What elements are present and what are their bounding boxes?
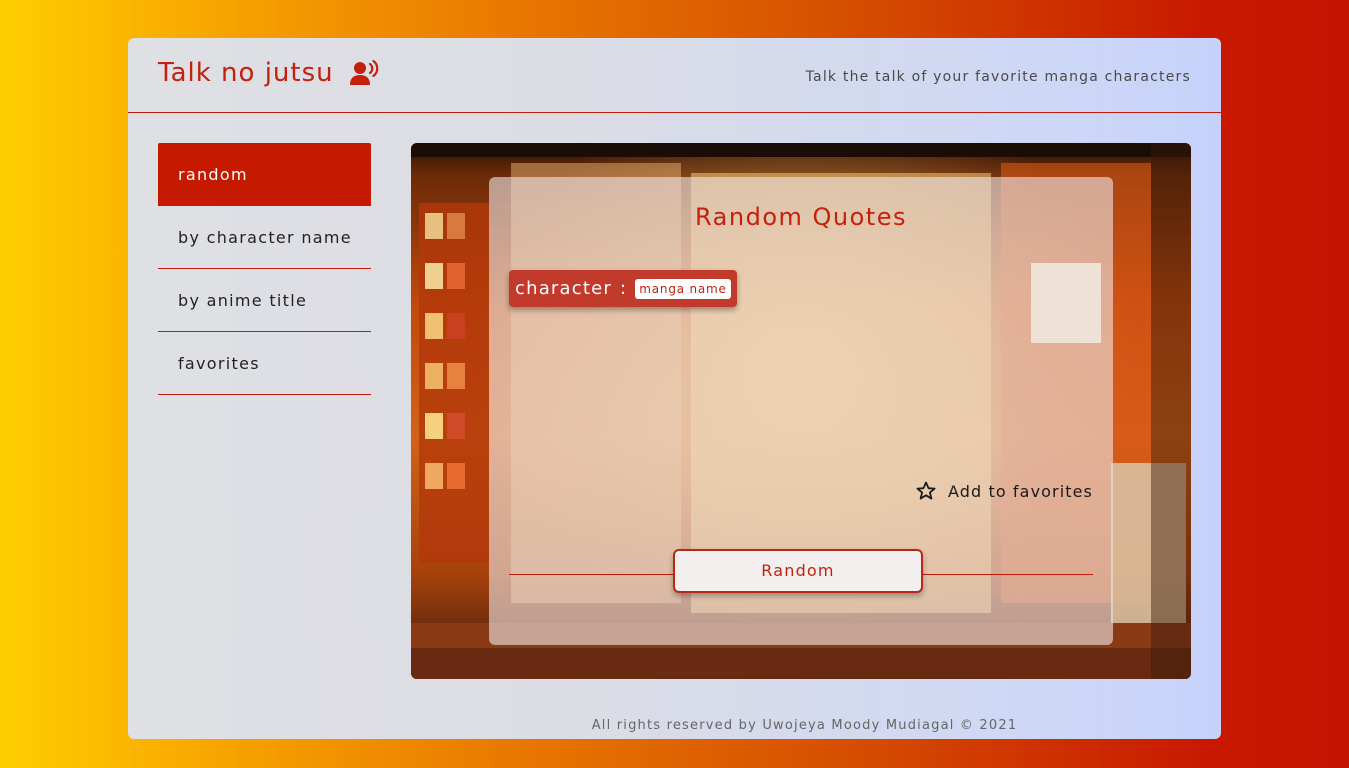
- add-to-favorites-label: Add to favorites: [948, 481, 1093, 501]
- quote-panel: Random Quotes character : manga name Add…: [489, 177, 1113, 645]
- sidebar-item-by-anime-title[interactable]: by anime title: [158, 269, 371, 332]
- character-separator: :: [620, 278, 628, 299]
- panel-title: Random Quotes: [695, 203, 907, 231]
- star-outline-icon: [916, 481, 936, 501]
- person-speaking-icon: [349, 59, 380, 86]
- random-button[interactable]: Random: [673, 549, 923, 593]
- character-tag: character : manga name: [509, 270, 737, 307]
- brand-title: Talk no jutsu: [158, 58, 334, 88]
- add-to-favorites-button[interactable]: Add to favorites: [916, 481, 1093, 501]
- app-card: Talk no jutsu Talk the talk of your favo…: [128, 38, 1221, 739]
- footer: All rights reserved by Uwojeya Moody Mud…: [591, 718, 1018, 733]
- brand[interactable]: Talk no jutsu: [158, 58, 380, 88]
- header: Talk no jutsu Talk the talk of your favo…: [128, 38, 1221, 113]
- character-name: character: [515, 278, 612, 299]
- manga-name-badge: manga name: [635, 278, 731, 299]
- sidebar-item-favorites[interactable]: favorites: [158, 332, 371, 395]
- sidebar-item-by-character-name[interactable]: by character name: [158, 206, 371, 269]
- manga-shop-background-image: Random Quotes character : manga name Add…: [411, 143, 1191, 679]
- tagline: Talk the talk of your favorite manga cha…: [805, 69, 1191, 85]
- sidebar: random by character name by anime title …: [158, 143, 371, 395]
- sidebar-item-random[interactable]: random: [158, 143, 371, 206]
